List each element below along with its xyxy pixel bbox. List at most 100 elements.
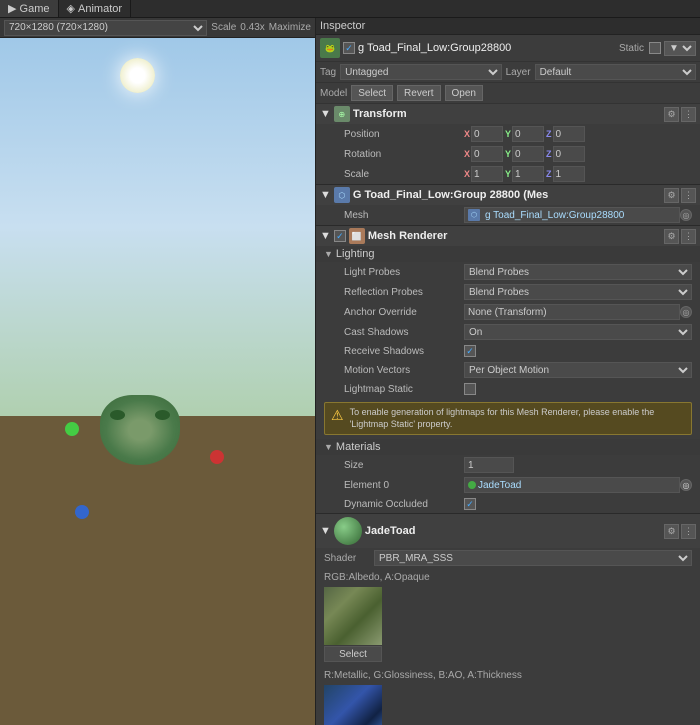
pos-x-label: X [464,129,470,139]
mesh-filter-component: ▼ ⬡ G Toad_Final_Low:Group 28800 (Mes ⚙ … [316,185,700,226]
dynamic-occluded-row: Dynamic Occluded [316,495,700,513]
scale-y-input[interactable] [512,166,544,182]
material-expand-arrow: ▼ [320,525,331,537]
receive-shadows-checkbox[interactable] [464,345,476,357]
layer-select[interactable]: Default [535,64,696,80]
shader-row: Shader PBR_MRA_SSS [316,548,700,568]
rotation-xyz: X Y Z [464,146,692,162]
size-input[interactable] [464,457,514,473]
element-0-select-btn[interactable]: ◎ [680,479,692,491]
receive-shadows-label: Receive Shadows [344,346,464,357]
layer-label: Layer [506,67,531,78]
light-probes-select[interactable]: Blend Probes [464,264,692,280]
renderer-enabled-checkbox[interactable] [334,230,346,242]
albedo-thumbnail[interactable] [324,587,382,645]
scale-x-input[interactable] [471,166,503,182]
transform-settings-btn[interactable]: ⚙ [664,107,679,122]
scale-row: Scale X Y Z [316,164,700,184]
position-row: Position X Y Z [316,124,700,144]
anchor-override-btn[interactable]: ◎ [680,306,692,318]
material-more[interactable]: ⋮ [681,524,696,539]
material-name: JadeToad [365,525,661,537]
mesh-filter-icon: ⬡ [334,187,350,203]
mesh-filter-settings[interactable]: ⚙ [664,188,679,203]
albedo-section: RGB:Albedo, A:Opaque Select [316,568,700,666]
active-checkbox[interactable] [343,42,355,54]
select-button[interactable]: Select [351,85,393,101]
albedo-select-btn[interactable]: Select [324,646,382,662]
rot-x-input[interactable] [471,146,503,162]
static-dropdown[interactable]: ▼ [664,41,696,56]
transform-icon: ⊕ [334,106,350,122]
game-icon: ▶ [8,2,16,15]
pos-y-label: Y [505,129,511,139]
scale-x-label: X [464,169,470,179]
lighting-section-header[interactable]: ▼ Lighting [316,246,700,262]
scale-z-label: Z [546,169,552,179]
rotation-row: Rotation X Y Z [316,144,700,164]
probe-red [210,450,224,464]
albedo-tex-row: Select [324,585,692,664]
object-header: 🐸 g Toad_Final_Low:Group28800 Static ▼ [316,35,700,62]
rot-x-label: X [464,149,470,159]
mesh-ref-select-btn[interactable]: ◎ [680,209,692,221]
warning-box: ⚠ To enable generation of lightmaps for … [324,402,692,435]
mesh-ref-icon: ⬡ [468,209,480,221]
transform-arrow: ▼ [320,108,331,120]
transform-more-btn[interactable]: ⋮ [681,107,696,122]
mesh-renderer-title: Mesh Renderer [368,230,661,242]
light-probes-row: Light Probes Blend Probes [316,262,700,282]
pos-z-input[interactable] [553,126,585,142]
cast-shadows-label: Cast Shadows [344,327,464,338]
pos-y-input[interactable] [512,126,544,142]
material-preview [334,517,362,545]
scale-z-input[interactable] [553,166,585,182]
game-panel: 720×1280 (720×1280) Scale 0.43x Maximize [0,18,315,725]
lightmap-static-label: Lightmap Static [344,384,464,395]
cast-shadows-select[interactable]: On [464,324,692,340]
pos-z-label: Z [546,129,552,139]
mesh-filter-arrow: ▼ [320,189,331,201]
rot-y-input[interactable] [512,146,544,162]
open-button[interactable]: Open [445,85,483,101]
motion-vectors-select[interactable]: Per Object Motion [464,362,692,378]
anchor-override-row: Anchor Override None (Transform) ◎ [316,302,700,322]
rotation-label: Rotation [344,149,464,160]
material-settings[interactable]: ⚙ [664,524,679,539]
tab-animator[interactable]: ◈ Animator [59,0,132,17]
lightmap-static-checkbox[interactable] [464,383,476,395]
game-toolbar: 720×1280 (720×1280) Scale 0.43x Maximize [0,18,315,38]
mesh-label: Mesh [344,210,464,221]
material-header[interactable]: ▼ JadeToad ⚙ ⋮ [316,514,700,548]
reflection-probes-select[interactable]: Blend Probes [464,284,692,300]
mesh-renderer-header[interactable]: ▼ ⬜ Mesh Renderer ⚙ ⋮ [316,226,700,246]
mesh-filter-more[interactable]: ⋮ [681,188,696,203]
inspector-panel: Inspector 🐸 g Toad_Final_Low:Group28800 … [315,18,700,725]
scale-label-prop: Scale [344,169,464,180]
object-name: g Toad_Final_Low:Group28800 [358,42,616,54]
maximize-label: Maximize [269,22,311,33]
shader-select[interactable]: PBR_MRA_SSS [374,550,692,566]
revert-button[interactable]: Revert [397,85,440,101]
resolution-select[interactable]: 720×1280 (720×1280) [4,20,207,36]
dynamic-occluded-checkbox[interactable] [464,498,476,510]
receive-shadows-row: Receive Shadows [316,342,700,360]
motion-vectors-row: Motion Vectors Per Object Motion [316,360,700,380]
mesh-filter-header[interactable]: ▼ ⬡ G Toad_Final_Low:Group 28800 (Mes ⚙ … [316,185,700,205]
cast-shadows-row: Cast Shadows On [316,322,700,342]
element-0-row: Element 0 JadeToad ◎ [316,475,700,495]
renderer-more[interactable]: ⋮ [681,229,696,244]
probe-blue [75,505,89,519]
materials-section-header[interactable]: ▼ Materials [316,439,700,455]
transform-header[interactable]: ▼ ⊕ Transform ⚙ ⋮ [316,104,700,124]
element-0-dot [468,481,476,489]
metallic-thumbnail[interactable] [324,685,382,725]
tag-select[interactable]: Untagged [340,64,501,80]
static-checkbox[interactable] [649,42,661,54]
transform-component: ▼ ⊕ Transform ⚙ ⋮ Position X Y Z Rotatio… [316,104,700,185]
rot-z-input[interactable] [553,146,585,162]
tab-game[interactable]: ▶ Game [0,0,59,17]
renderer-settings[interactable]: ⚙ [664,229,679,244]
pos-x-input[interactable] [471,126,503,142]
albedo-label: RGB:Albedo, A:Opaque [324,570,692,585]
